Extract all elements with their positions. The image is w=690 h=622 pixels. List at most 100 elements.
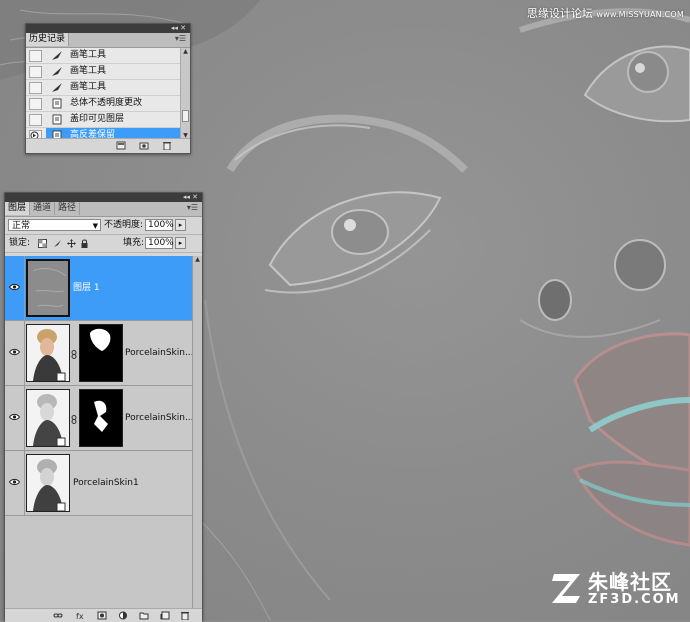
history-list: 画笔工具 画笔工具 画笔工具 总体不透明度更改 盖印可见图层 高反差保留 <box>26 48 190 144</box>
opacity-label: 不透明度: <box>104 220 144 230</box>
eye-icon[interactable] <box>9 283 20 291</box>
lock-position-icon[interactable] <box>67 239 76 248</box>
history-item-label: 总体不透明度更改 <box>70 98 143 108</box>
collapse-icon[interactable]: ◂◂ ✕ <box>171 24 186 33</box>
highpass-thumbnail-art <box>32 268 67 307</box>
portrait-thumbnail-art <box>33 459 66 511</box>
visibility-cell[interactable] <box>5 386 25 450</box>
history-state-icon <box>52 98 62 109</box>
watermark-text: 思缘设计论坛 <box>526 7 593 20</box>
layer-thumbnail[interactable] <box>26 454 70 512</box>
layers-panel-titlebar[interactable]: ◂◂ ✕ <box>5 193 202 202</box>
layer-name[interactable]: 图层 1 <box>73 282 100 294</box>
new-snapshot-icon[interactable] <box>139 141 149 150</box>
logo-name-cn: 朱峰社区 <box>588 570 672 594</box>
history-item-label: 画笔工具 <box>70 82 107 92</box>
tab-history[interactable]: 历史记录 <box>26 33 70 46</box>
layer-name[interactable]: PorcelainSkin... <box>125 347 194 359</box>
history-item[interactable]: 画笔工具 <box>26 80 190 96</box>
svg-text:fx: fx <box>76 612 84 620</box>
visibility-cell[interactable] <box>5 451 25 515</box>
mask-art <box>90 328 111 351</box>
scroll-thumb[interactable] <box>182 110 189 122</box>
link-layers-icon[interactable] <box>53 611 63 620</box>
tab-paths[interactable]: 路径 <box>55 202 81 215</box>
chevron-down-icon: ▼ <box>92 222 98 230</box>
history-item-label: 画笔工具 <box>70 66 107 76</box>
history-item[interactable]: 画笔工具 <box>26 64 190 80</box>
panel-menu-icon[interactable]: ▾☰ <box>187 203 198 212</box>
new-document-from-state-icon[interactable] <box>116 141 126 150</box>
history-source-checkbox[interactable] <box>29 66 42 78</box>
layer-thumbnail[interactable] <box>26 259 70 317</box>
blend-options-row: 正常 ▼ 不透明度: 100% ▸ <box>5 217 202 235</box>
logo-name-en: ZF3D.COM <box>588 592 681 607</box>
eye-icon[interactable] <box>9 478 20 486</box>
brush-icon <box>52 83 62 92</box>
layer-thumbnail[interactable] <box>26 324 70 382</box>
layer-row-selected[interactable]: 图层 1 <box>5 256 193 321</box>
layer-style-icon[interactable]: fx <box>75 611 85 620</box>
scroll-up-icon[interactable]: ▲ <box>182 48 189 55</box>
lock-image-pixels-icon[interactable] <box>53 239 62 248</box>
eye-icon[interactable] <box>9 413 20 421</box>
eye-icon[interactable] <box>9 348 20 356</box>
fill-label: 填充: <box>123 238 145 248</box>
history-source-checkbox[interactable] <box>29 98 42 110</box>
opacity-slider-button[interactable]: ▸ <box>175 219 186 231</box>
history-source-checkbox[interactable] <box>29 50 42 62</box>
history-item-label: 盖印可见图层 <box>70 114 125 124</box>
trash-icon[interactable] <box>180 611 190 620</box>
logo-z-icon <box>552 574 580 603</box>
link-chain-icon[interactable] <box>71 415 77 424</box>
layer-name[interactable]: PorcelainSkin... <box>125 412 194 424</box>
trash-icon[interactable] <box>162 141 172 150</box>
visibility-cell[interactable] <box>5 256 25 320</box>
layers-panel: ◂◂ ✕ 图层 通道 路径 ▾☰ 正常 ▼ 不透明度: 100% ▸ 锁定: 填充:… <box>4 192 203 622</box>
portrait-thumbnail-art <box>33 329 66 381</box>
fill-slider-button[interactable]: ▸ <box>175 237 186 249</box>
history-item[interactable]: 盖印可见图层 <box>26 112 190 128</box>
history-source-checkbox[interactable] <box>29 114 42 126</box>
fill-field[interactable]: 100% <box>145 237 174 249</box>
new-group-icon[interactable] <box>139 611 149 620</box>
site-logo: 朱峰社区 ZF3D.COM <box>550 566 680 612</box>
brush-icon <box>52 51 62 60</box>
new-layer-icon[interactable] <box>160 611 170 620</box>
tab-channels[interactable]: 通道 <box>30 202 56 215</box>
layer-row[interactable]: PorcelainSkin... <box>5 386 194 451</box>
layer-mask-thumbnail[interactable] <box>79 389 123 447</box>
history-scrollbar[interactable]: ▲ ▼ <box>180 48 190 139</box>
layer-mask-thumbnail[interactable] <box>79 324 123 382</box>
tab-layers[interactable]: 图层 <box>5 202 31 215</box>
portrait-thumbnail-art <box>33 394 66 446</box>
adjustment-layer-icon[interactable] <box>118 611 128 620</box>
layer-row[interactable]: PorcelainSkin... <box>5 321 194 386</box>
link-chain-icon[interactable] <box>71 350 77 359</box>
lock-label: 锁定: <box>9 238 31 248</box>
watermark-site: www.MISSYUAN.COM <box>596 10 684 19</box>
layers-tabbar: 图层 通道 路径 ▾☰ <box>5 202 202 217</box>
visibility-cell[interactable] <box>5 321 25 385</box>
history-item[interactable]: 画笔工具 <box>26 48 190 64</box>
history-item-label: 画笔工具 <box>70 50 107 60</box>
brush-icon <box>52 67 62 76</box>
lock-all-icon[interactable] <box>80 239 89 248</box>
layer-name[interactable]: PorcelainSkin1 <box>73 477 139 489</box>
blend-mode-select[interactable]: 正常 ▼ <box>8 219 101 231</box>
lock-transparent-pixels-icon[interactable] <box>38 239 47 248</box>
history-item[interactable]: 总体不透明度更改 <box>26 96 190 112</box>
scroll-up-icon[interactable]: ▲ <box>193 256 202 263</box>
add-mask-icon[interactable] <box>97 611 107 620</box>
opacity-field[interactable]: 100% <box>145 219 174 231</box>
panel-menu-icon[interactable]: ▾☰ <box>175 34 186 43</box>
layer-thumbnail[interactable] <box>26 389 70 447</box>
layers-list: 图层 1 PorcelainSkin... PorcelainSkin... P… <box>5 256 194 608</box>
collapse-icon[interactable]: ◂◂ ✕ <box>183 193 198 202</box>
blend-mode-value: 正常 <box>12 221 31 231</box>
history-source-checkbox[interactable] <box>29 82 42 94</box>
history-panel-titlebar[interactable]: ◂◂ ✕ <box>26 24 190 33</box>
history-panel: ◂◂ ✕ 历史记录 ▾☰ 画笔工具 画笔工具 画笔工具 总体不透明度更改 盖印可… <box>25 23 191 154</box>
layer-row[interactable]: PorcelainSkin1 <box>5 451 193 516</box>
layers-scrollbar[interactable]: ▲ <box>192 256 202 608</box>
